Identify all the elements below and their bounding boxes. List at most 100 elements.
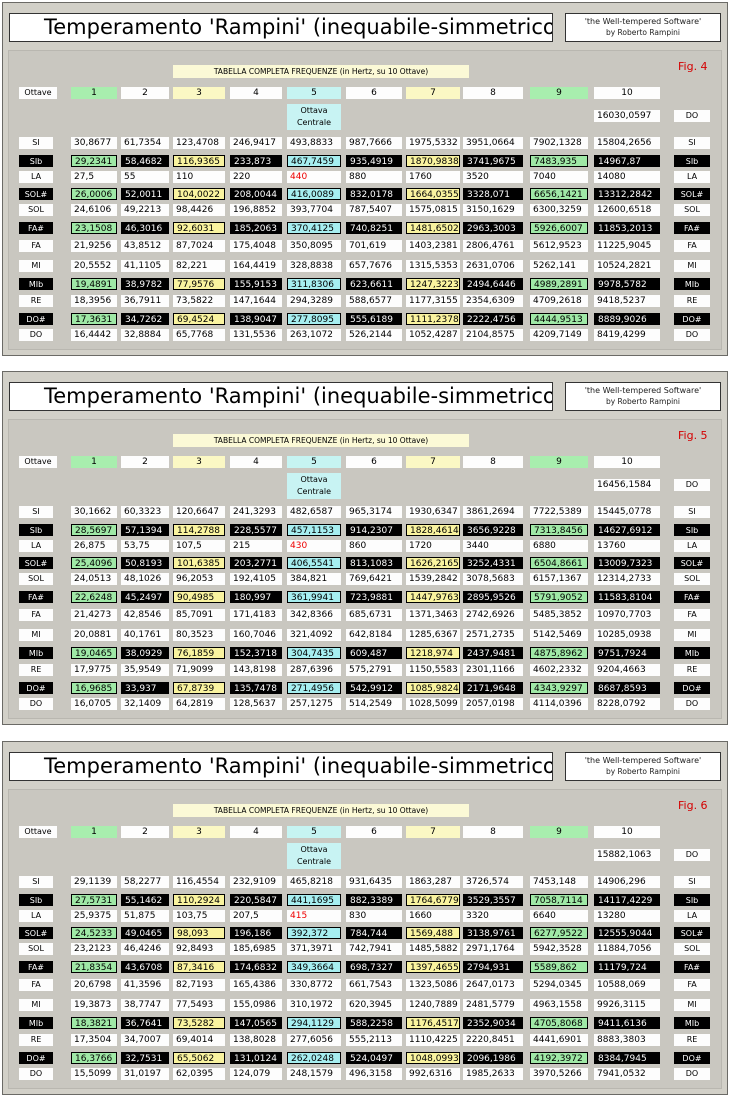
note-label-right: SOL <box>674 204 710 216</box>
frequency-cell: 3951,0664 <box>463 137 523 149</box>
frequency-cell: 220,5847 <box>230 894 282 906</box>
frequency-cell: 1863,287 <box>406 876 460 888</box>
frequency-cell: 1930,6347 <box>406 506 460 518</box>
frequency-cell: 4441,6901 <box>530 1034 588 1046</box>
octave-header: 3 <box>173 826 225 838</box>
octave-header: 8 <box>463 826 523 838</box>
frequency-cell: 742,7941 <box>346 943 402 955</box>
frequency-cell: 104,0022 <box>173 188 225 200</box>
figure-panel: Temperamento 'Rampini' (inequabile-simme… <box>2 371 728 725</box>
figure-label: Fig. 4 <box>678 60 708 73</box>
frequency-cell: 65,5062 <box>173 1052 225 1064</box>
frequency-cell: 1240,7889 <box>406 999 460 1011</box>
frequency-cell: 992,6316 <box>406 1068 460 1080</box>
note-label-right: SOL <box>674 943 710 955</box>
note-label-right: MIb <box>674 278 710 290</box>
frequency-cell: 5485,3852 <box>530 609 588 621</box>
frequency-cell: 1218,974 <box>406 647 460 659</box>
note-label-right: MI <box>674 629 710 641</box>
frequency-cell: 53,75 <box>121 540 169 552</box>
frequency-cell: 657,7676 <box>346 260 402 272</box>
frequency-cell: 71,9099 <box>173 664 225 676</box>
note-label-right: SOL# <box>674 188 710 200</box>
octave-header: 1 <box>71 826 117 838</box>
note-label-left: FA# <box>19 591 53 603</box>
note-label-right: MIb <box>674 1017 710 1029</box>
note-label-right: SOL# <box>674 927 710 939</box>
frequency-cell: 46,4246 <box>121 943 169 955</box>
frequency-cell: 931,6435 <box>346 876 402 888</box>
frequency-cell: 196,8852 <box>230 204 282 216</box>
frequency-cell: 32,7531 <box>121 1052 169 1064</box>
frequency-cell: 1111,2378 <box>406 313 460 325</box>
frequency-cell: 6504,8661 <box>530 557 588 569</box>
frequency-cell: 698,7327 <box>346 961 402 973</box>
frequency-cell: 29,2341 <box>71 155 117 167</box>
frequency-cell: 1397,4655 <box>406 961 460 973</box>
frequency-cell: 92,6031 <box>173 222 225 234</box>
frequency-cell: 11583,8104 <box>594 591 660 603</box>
frequency-cell: 384,821 <box>287 573 341 585</box>
frequency-cell: 131,0124 <box>230 1052 282 1064</box>
note-label-left: MIb <box>19 647 53 659</box>
frequency-cell: 40,1761 <box>121 629 169 641</box>
frequency-cell: 135,7478 <box>230 682 282 694</box>
frequency-cell: 60,3323 <box>121 506 169 518</box>
frequency-cell: 160,7046 <box>230 629 282 641</box>
frequency-cell: 524,0497 <box>346 1052 402 1064</box>
frequency-cell: 1870,9838 <box>406 155 460 167</box>
frequency-cell: 8889,9026 <box>594 313 660 325</box>
note-label-left: LA <box>19 910 53 922</box>
central-line-2: Centrale <box>296 857 332 866</box>
frequency-cell: 860 <box>346 540 402 552</box>
frequency-cell: 7058,7114 <box>530 894 588 906</box>
frequency-cell: 103,75 <box>173 910 225 922</box>
note-label-left: SOL# <box>19 557 53 569</box>
frequency-cell: 116,4554 <box>173 876 225 888</box>
frequency-cell: 155,0986 <box>230 999 282 1011</box>
octave-header: 7 <box>406 87 460 99</box>
note-label-left: SOL# <box>19 927 53 939</box>
frequency-cell: 87,3416 <box>173 961 225 973</box>
frequency-cell: 294,1129 <box>287 1017 341 1029</box>
note-label-left: MIb <box>19 1017 53 1029</box>
frequency-cell: 304,7435 <box>287 647 341 659</box>
brand-line-1: 'the Well-tempered Software' <box>584 386 702 395</box>
central-line-1: Ottava <box>300 106 328 115</box>
frequency-cell: 110,2924 <box>173 894 225 906</box>
brand-line-2: by Roberto Rampini <box>605 767 681 776</box>
frequency-cell: 12600,6518 <box>594 204 660 216</box>
frequency-cell: 4192,3972 <box>530 1052 588 1064</box>
frequency-cell: 69,4524 <box>173 313 225 325</box>
note-label-right: FA# <box>674 961 710 973</box>
octave-header: 1 <box>71 87 117 99</box>
frequency-cell: 882,3389 <box>346 894 402 906</box>
note-label-left: SI <box>19 876 53 888</box>
note-label-right: DO <box>674 698 710 710</box>
frequency-cell: 294,3289 <box>287 295 341 307</box>
frequency-cell: 147,1644 <box>230 295 282 307</box>
brand-line-1: 'the Well-tempered Software' <box>584 17 702 26</box>
frequency-cell: 1403,2381 <box>406 240 460 252</box>
frequency-cell: 77,9576 <box>173 278 225 290</box>
note-label-left: MI <box>19 260 53 272</box>
frequency-cell: 575,2791 <box>346 664 402 676</box>
frequency-cell: 34,7007 <box>121 1034 169 1046</box>
frequency-cell: 5262,141 <box>530 260 588 272</box>
note-label-left: DO# <box>19 1052 53 1064</box>
note-label-left: SOL <box>19 573 53 585</box>
note-label-right: SOL# <box>674 557 710 569</box>
note-label-right: LA <box>674 910 710 922</box>
frequency-cell: 723,9881 <box>346 591 402 603</box>
note-label-left: FA <box>19 609 53 621</box>
frequency-cell: 7902,1328 <box>530 137 588 149</box>
frequency-cell: 830 <box>346 910 402 922</box>
frequency-cell: 17,9775 <box>71 664 117 676</box>
frequency-cell: 2220,8451 <box>463 1034 523 1046</box>
frequency-cell: 85,7091 <box>173 609 225 621</box>
frequency-cell: 965,3174 <box>346 506 402 518</box>
frequency-cell: 207,5 <box>230 910 282 922</box>
note-label-left: SIb <box>19 524 53 536</box>
frequency-cell: 25,9375 <box>71 910 117 922</box>
octave-label: Ottave <box>19 456 57 468</box>
